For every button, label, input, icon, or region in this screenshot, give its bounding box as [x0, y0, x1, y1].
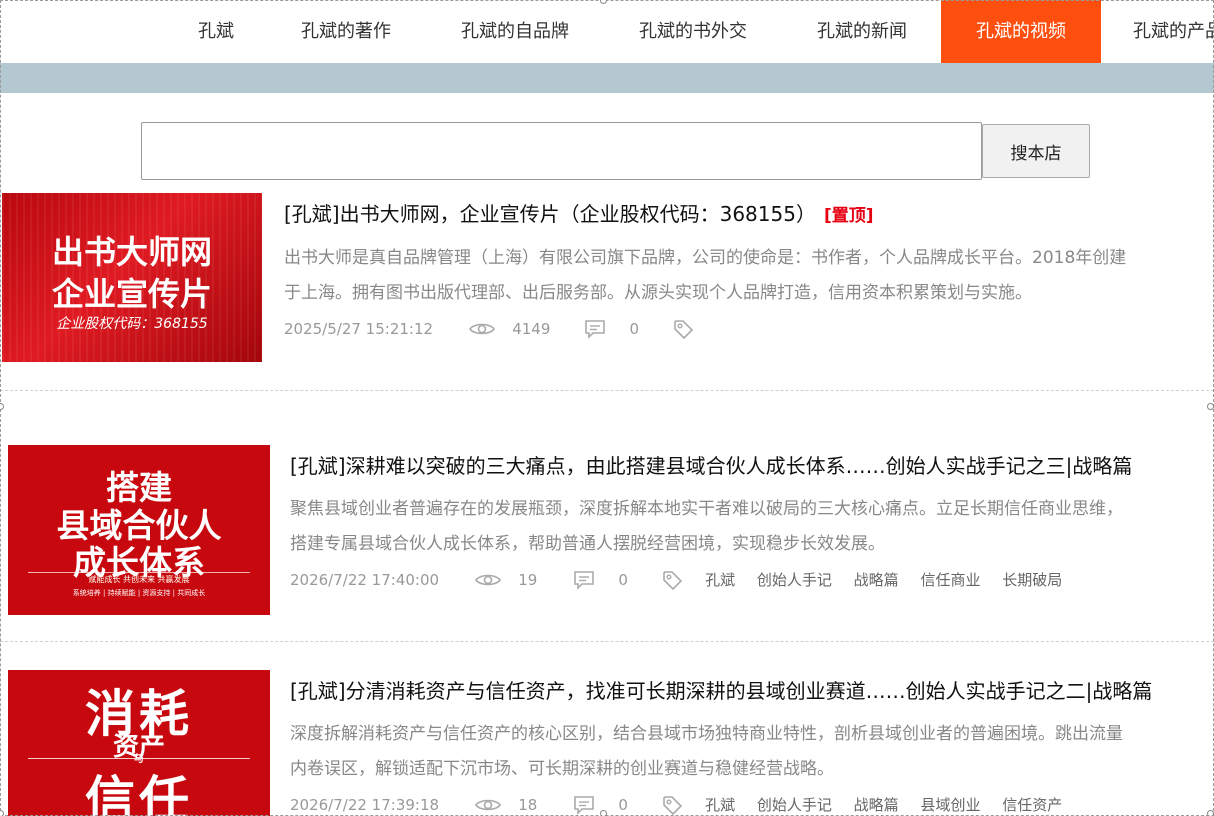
view-count: 4149	[512, 319, 551, 338]
nav-item-videos[interactable]: 孔斌的视频	[941, 0, 1101, 63]
post-tag[interactable]: 信任资产	[1002, 795, 1062, 815]
post-title-text[interactable]: [孔斌]出书大师网，企业宣传片（企业股权代码：368155）	[284, 202, 816, 226]
post-description-line: 内卷误区，解锁适配下沉市场、可长期深耕的创业赛道与稳健经营战略。	[290, 759, 834, 779]
post-description-line: 聚焦县域创业者普遍存在的发展瓶颈，深度拆解本地实干者难以破局的三大核心痛点。立足…	[290, 499, 1123, 519]
thumb-line3: 企业股权代码：368155	[56, 316, 208, 332]
search-input[interactable]	[141, 122, 982, 180]
thumb-line4: 赋能成长 共创未来 共赢发展	[88, 575, 190, 584]
post-thumbnail[interactable]: 搭建 县域合伙人 成长体系 赋能成长 共创未来 共赢发展 系统培养 | 持续赋能…	[8, 445, 270, 615]
top-nav: 孔斌 孔斌的著作 孔斌的自品牌 孔斌的书外交 孔斌的新闻 孔斌的视频 孔斌的产品	[0, 0, 1214, 63]
post-description-line: 搭建专属县域合伙人成长体系，帮助普通人摆脱经营困境，实现稳步长效发展。	[290, 534, 885, 554]
post-description: 聚焦县域创业者普遍存在的发展瓶颈，深度拆解本地实干者难以破局的三大核心痛点。立足…	[290, 492, 1123, 562]
tag-icon	[662, 570, 682, 590]
nav-item-works[interactable]: 孔斌的著作	[284, 0, 408, 63]
resize-handle[interactable]	[1207, 810, 1214, 816]
post-divider	[0, 641, 1214, 642]
post-tag[interactable]: 长期破局	[1002, 570, 1062, 590]
post-description: 深度拆解消耗资产与信任资产的核心区别，结合县域市场独特商业特性，剖析县域创业者的…	[290, 717, 1123, 787]
post-thumbnail[interactable]: 出书大师网 企业宣传片 企业股权代码：368155	[2, 193, 262, 362]
thumb-line5: 系统培养 | 持续赋能 | 资源支持 | 共同成长	[72, 589, 206, 597]
post-tag[interactable]: 孔斌	[705, 570, 735, 590]
view-count: 18	[518, 795, 538, 814]
nav-item-diplomacy[interactable]: 孔斌的书外交	[620, 0, 766, 63]
post-title[interactable]: [孔斌]深耕难以突破的三大痛点，由此搭建县域合伙人成长体系……创始人实战手记之三…	[290, 450, 1132, 479]
tag-icon	[662, 795, 682, 815]
comment-icon	[585, 319, 605, 339]
post-title[interactable]: [孔斌]出书大师网，企业宣传片（企业股权代码：368155） [置顶]	[284, 198, 874, 227]
resize-handle[interactable]	[1207, 403, 1214, 410]
post-title[interactable]: [孔斌]分清消耗资产与信任资产，找准可长期深耕的县域创业赛道……创始人实战手记之…	[290, 675, 1152, 704]
view-count: 19	[518, 570, 538, 589]
post-tag[interactable]: 创始人手记	[757, 570, 832, 590]
post-date: 2025/5/27 15:21:12	[284, 319, 434, 338]
post-tag[interactable]: 县域创业	[920, 795, 980, 815]
nav-item-brand[interactable]: 孔斌的自品牌	[442, 0, 588, 63]
thumb-line4: 信任	[85, 770, 193, 816]
comment-count: 0	[629, 319, 640, 338]
post-description-line: 出书大师是真自品牌管理（上海）有限公司旗下品牌，公司的使命是：书作者，个人品牌成…	[284, 248, 1127, 268]
post-date: 2026/7/22 17:40:00	[290, 570, 440, 589]
post-tag[interactable]: 创始人手记	[757, 795, 832, 815]
post-tag[interactable]: 战略篇	[854, 570, 899, 590]
post-meta: 2026/7/22 17:39:18 18 0 孔斌 创始人手记 战略篇 县域创…	[290, 794, 1079, 815]
nav-item-products[interactable]: 孔斌的产品	[1118, 0, 1214, 63]
post-date: 2026/7/22 17:39:18	[290, 795, 440, 814]
post-tag[interactable]: 孔斌	[705, 795, 735, 815]
post-description-line: 于上海。拥有图书出版代理部、出后服务部。从源头实现个人品牌打造，信用资本积累策划…	[284, 283, 1032, 303]
eye-icon	[474, 574, 501, 585]
thumb-line2: 企业宣传片	[51, 275, 212, 313]
post-thumbnail[interactable]: 消耗 资产 与 信任	[8, 670, 270, 816]
comment-icon	[574, 570, 594, 590]
thumb-line1: 出书大师网	[51, 233, 212, 271]
post-description-line: 深度拆解消耗资产与信任资产的核心区别，结合县域市场独特商业特性，剖析县域创业者的…	[290, 724, 1123, 744]
post-divider	[0, 390, 1214, 391]
post-meta: 2026/7/22 17:40:00 19 0 孔斌 创始人手记 战略篇 信任商…	[290, 569, 1079, 590]
nav-item-home[interactable]: 孔斌	[180, 0, 252, 63]
comment-count: 0	[618, 795, 628, 814]
post-meta: 2025/5/27 15:21:12 4149 0	[284, 318, 695, 339]
pinned-badge: [置顶]	[823, 206, 874, 226]
post-tag[interactable]: 信任商业	[920, 570, 980, 590]
resize-handle[interactable]	[600, 810, 607, 816]
post-description: 出书大师是真自品牌管理（上海）有限公司旗下品牌，公司的使命是：书作者，个人品牌成…	[284, 241, 1126, 311]
resize-handle[interactable]	[0, 403, 4, 410]
post-tag[interactable]: 战略篇	[854, 795, 899, 815]
resize-handle[interactable]	[0, 810, 4, 816]
nav-item-news[interactable]: 孔斌的新闻	[800, 0, 924, 63]
nav-band	[0, 63, 1214, 93]
comment-icon	[574, 795, 594, 815]
eye-icon	[474, 799, 501, 810]
eye-icon	[468, 323, 495, 334]
search-store-button[interactable]: 搜本店	[982, 124, 1090, 178]
comment-count: 0	[618, 570, 628, 589]
tag-icon	[673, 319, 693, 339]
